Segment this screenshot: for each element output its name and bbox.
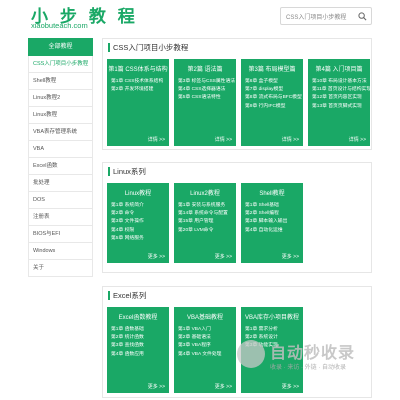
card-more-link[interactable]: 更多 >>: [148, 253, 165, 260]
search-icon[interactable]: [358, 12, 367, 21]
course-card[interactable]: VBA基础教程 第1章 VBA入门 第2章 基础语法 第3章 VBA程序 第4章…: [174, 307, 236, 393]
search-input[interactable]: CSS入门项目小步教程: [286, 12, 346, 21]
watermark-text: 自动秒收录: [270, 345, 356, 362]
card-chapter[interactable]: 第14章 系统命令与配置: [178, 210, 236, 218]
watermark-subtext: 收录 · 来访 · 外链 · 自动收录: [270, 365, 346, 371]
card-chapter[interactable]: 第10章 布局设计基本方法: [312, 78, 370, 86]
card-more-link[interactable]: 更多 >>: [282, 383, 299, 390]
card-chapter[interactable]: 第11章 首页设计与结构实现: [312, 86, 370, 94]
sidebar-item-batch[interactable]: 批处理: [28, 175, 93, 192]
section-title: Excel系列: [108, 291, 146, 300]
card-chapter[interactable]: 第4章 CSS选择器语法: [178, 86, 236, 94]
card-chapter[interactable]: 第3章 标签与CSS属性语法: [178, 78, 236, 86]
card-more-link[interactable]: 更多 >>: [282, 253, 299, 260]
course-card[interactable]: Excel函数教程 第1章 函数基础 第2章 统计函数 第3章 查找函数 第4章…: [107, 307, 169, 393]
sidebar-item-vba-inventory[interactable]: VBA表存管理系统: [28, 124, 93, 141]
card-chapter[interactable]: 第2章 统计函数: [111, 334, 169, 342]
card-chapter[interactable]: 第7章 display模型: [245, 86, 303, 94]
card-chapter[interactable]: 第5章 网络服务: [111, 235, 169, 243]
card-more-link[interactable]: 详情 >>: [349, 136, 366, 143]
card-chapter[interactable]: 第2章 基础语法: [178, 334, 236, 342]
card-chapter[interactable]: 第9章 行内IFC模型: [245, 103, 303, 111]
card-chapter[interactable]: 第1章 需求分析: [245, 326, 303, 334]
course-card[interactable]: 第3篇 布局模型篇 第6章 盒子模型 第7章 display模型 第8章 流式布…: [241, 59, 303, 146]
sidebar-item-linux[interactable]: Linux教程: [28, 107, 93, 124]
sidebar-item-windows[interactable]: Windows: [28, 243, 93, 260]
section-title: CSS入门项目小步教程: [108, 43, 188, 52]
card-chapter[interactable]: 第1章 VBA入门: [178, 326, 236, 334]
sidebar-title: 全部教程: [28, 38, 93, 56]
card-chapter[interactable]: 第1章 系统简介: [111, 202, 169, 210]
card-chapter[interactable]: 第4章 权限: [111, 227, 169, 235]
course-card[interactable]: 第1篇 CSS体系与结构 第1章 CSS技术体系结构 第2章 开发环境搭建 详情…: [107, 59, 169, 146]
card-more-link[interactable]: 详情 >>: [282, 136, 299, 143]
card-chapter[interactable]: 第3章 文件操作: [111, 218, 169, 226]
sidebar-item-excel[interactable]: Excel函数: [28, 158, 93, 175]
card-title[interactable]: Linux教程: [107, 183, 169, 197]
course-card[interactable]: Shell教程 第1章 Shell基础 第2章 Shell编程 第3章 脚本输入…: [241, 183, 303, 263]
card-chapter[interactable]: 第1章 CSS技术体系结构: [111, 78, 169, 86]
card-title[interactable]: 第4篇 入门项目篇: [308, 59, 370, 73]
card-chapter[interactable]: 第1章 函数基础: [111, 326, 169, 334]
card-title[interactable]: VBA基础教程: [174, 307, 236, 321]
card-chapter[interactable]: 第1章 Shell基础: [245, 202, 303, 210]
card-chapter[interactable]: 第3章 查找函数: [111, 342, 169, 350]
card-chapter[interactable]: 第2章 Shell编程: [245, 210, 303, 218]
card-chapter[interactable]: 第5章 CSS语法特性: [178, 94, 236, 102]
watermark-logo-icon: [237, 340, 265, 368]
card-chapter[interactable]: 第4章 函数应用: [111, 351, 169, 359]
card-title[interactable]: Shell教程: [241, 183, 303, 197]
sidebar-item-linux2[interactable]: Linux教程2: [28, 90, 93, 107]
card-title[interactable]: VBA库存小项目教程: [241, 307, 303, 321]
card-chapter[interactable]: 第15章 用户管理: [178, 218, 236, 226]
card-title[interactable]: 第3篇 布局模型篇: [241, 59, 303, 73]
card-chapter[interactable]: 第3章 脚本输入输出: [245, 218, 303, 226]
section-css: CSS入门项目小步教程 第1篇 CSS体系与结构 第1章 CSS技术体系结构 第…: [102, 38, 372, 150]
course-card[interactable]: 第4篇 入门项目篇 第10章 布局设计基本方法 第11章 首页设计与结构实现 第…: [308, 59, 370, 146]
watermark: 自动秒收录 收录 · 来访 · 外链 · 自动收录: [237, 337, 382, 377]
card-chapter[interactable]: 第20章 LVM命令: [178, 227, 236, 235]
course-card[interactable]: 第2篇 语法篇 第3章 标签与CSS属性语法 第4章 CSS选择器语法 第5章 …: [174, 59, 236, 146]
sidebar: 全部教程 CSS入门项目小步教程 Shell教程 Linux教程2 Linux教…: [28, 38, 93, 277]
card-title[interactable]: Excel函数教程: [107, 307, 169, 321]
card-chapter[interactable]: 第12章 首页内容区实现: [312, 94, 370, 102]
card-chapter[interactable]: 第4章 VBA 文件处理: [178, 351, 236, 359]
course-card[interactable]: Linux2教程 第1章 安装与系统服务 第14章 系统命令与配置 第15章 用…: [174, 183, 236, 263]
card-title[interactable]: 第2篇 语法篇: [174, 59, 236, 73]
sidebar-item-registry[interactable]: 注册表: [28, 209, 93, 226]
card-more-link[interactable]: 详情 >>: [215, 136, 232, 143]
card-chapter[interactable]: 第6章 盒子模型: [245, 78, 303, 86]
sidebar-item-css[interactable]: CSS入门项目小步教程: [28, 56, 93, 73]
section-linux: Linux系列 Linux教程 第1章 系统简介 第2章 命令 第3章 文件操作…: [102, 162, 372, 273]
sidebar-item-about[interactable]: 关于: [28, 260, 93, 277]
card-title[interactable]: 第1篇 CSS体系与结构: [107, 59, 169, 73]
search-box[interactable]: CSS入门项目小步教程: [280, 7, 372, 25]
card-more-link[interactable]: 更多 >>: [148, 383, 165, 390]
sidebar-item-shell[interactable]: Shell教程: [28, 73, 93, 90]
card-chapter[interactable]: 第8章 流式布局与BFC模型: [245, 94, 303, 102]
sidebar-item-vba[interactable]: VBA: [28, 141, 93, 158]
site-logo-domain: xiaobuteach.com: [31, 21, 88, 30]
card-more-link[interactable]: 更多 >>: [215, 383, 232, 390]
sidebar-item-dos[interactable]: DOS: [28, 192, 93, 209]
section-title: Linux系列: [108, 167, 146, 176]
card-chapter[interactable]: 第3章 VBA程序: [178, 342, 236, 350]
course-card[interactable]: Linux教程 第1章 系统简介 第2章 命令 第3章 文件操作 第4章 权限 …: [107, 183, 169, 263]
card-chapter[interactable]: 第13章 首页页脚式实现: [312, 103, 370, 111]
card-more-link[interactable]: 详情 >>: [148, 136, 165, 143]
card-chapter[interactable]: 第2章 开发环境搭建: [111, 86, 169, 94]
card-chapter[interactable]: 第4章 自动化运维: [245, 227, 303, 235]
card-chapter[interactable]: 第2章 命令: [111, 210, 169, 218]
card-title[interactable]: Linux2教程: [174, 183, 236, 197]
card-chapter[interactable]: 第1章 安装与系统服务: [178, 202, 236, 210]
sidebar-item-bios[interactable]: BIOS与EFI: [28, 226, 93, 243]
card-more-link[interactable]: 更多 >>: [215, 253, 232, 260]
